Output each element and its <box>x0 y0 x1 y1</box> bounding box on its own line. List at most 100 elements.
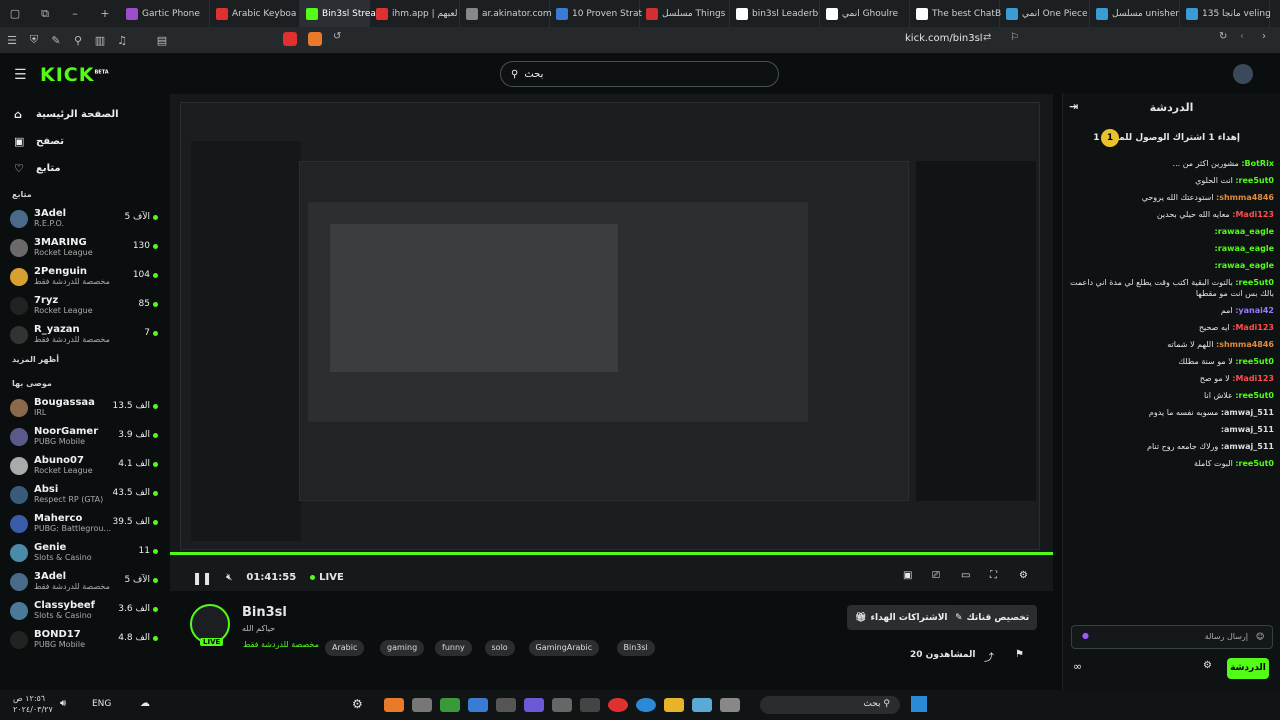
stream-tag[interactable]: Bin3sl <box>616 640 655 656</box>
share-icon[interactable]: ⇄ <box>983 32 991 43</box>
browser-tab[interactable]: انمي Ghoulre <box>820 0 910 27</box>
stream-tag[interactable]: funny <box>435 640 472 656</box>
chat-message[interactable]: ree5ut0: بالتوت البقية اكتب وقت يطلع لي … <box>1063 274 1280 302</box>
browser-tab[interactable]: مسلسل Things <box>640 0 730 27</box>
edge-app-icon[interactable] <box>636 698 656 712</box>
undo-icon[interactable]: ↺ <box>333 31 341 42</box>
chat-username[interactable]: ree5ut0: <box>1235 357 1274 366</box>
stream-tag[interactable]: solo <box>484 640 515 656</box>
chat-message[interactable]: rawaa_eagle: <box>1063 223 1280 240</box>
infinity-icon[interactable]: ∞ <box>1073 660 1082 673</box>
chat-message[interactable]: ree5ut0: انت الحلوي <box>1063 172 1280 189</box>
mute-icon[interactable]: 🔇︎ <box>226 572 232 583</box>
chat-message[interactable]: ree5ut0: لا مو سنة مطلك <box>1063 353 1280 370</box>
chat-settings-icon[interactable]: ⚙ <box>1203 660 1212 671</box>
chat-username[interactable]: amwaj_511: <box>1221 408 1274 417</box>
customize-channel-button[interactable]: ✎ تخصيص قناتك <box>947 605 1038 630</box>
theater-icon[interactable]: ▭ <box>961 570 970 581</box>
chat-username[interactable]: ree5ut0: <box>1235 391 1274 400</box>
chat-input[interactable]: إرسال رسالة ☺ ● <box>1071 625 1273 649</box>
vscode-app-icon[interactable] <box>692 698 712 712</box>
sidebar-channel[interactable]: 7ryz Rocket League 85 <box>0 291 168 320</box>
chat-username[interactable]: ree5ut0: <box>1235 278 1274 287</box>
menu-icon[interactable]: ☰ <box>2 34 22 47</box>
mic-icon[interactable]: ● <box>1082 631 1089 640</box>
chat-username[interactable]: shmma4846: <box>1216 340 1274 349</box>
steam-app-icon[interactable] <box>496 698 516 712</box>
sidebar-channel[interactable]: R_yazan مخصصة للدردشة فقط 7 <box>0 320 168 349</box>
epic-app-icon[interactable] <box>580 698 600 712</box>
chat-username[interactable]: shmma4846: <box>1216 193 1274 202</box>
sidebar-channel[interactable]: Genie Slots & Casino 11 <box>0 538 168 567</box>
sidebar-channel[interactable]: 3MARING Rocket League 130 <box>0 233 168 262</box>
collapse-chat-icon[interactable]: ⇥ <box>1069 100 1078 113</box>
brave-app-icon[interactable] <box>384 698 404 712</box>
browser-tab[interactable]: Bin3sl Strea <box>300 0 376 27</box>
chat-message[interactable]: ree5ut0: البوت كاملة <box>1063 455 1280 472</box>
url-field[interactable]: kick.com/bin3sl <box>905 33 983 44</box>
reload-icon[interactable]: ↻ <box>1219 31 1227 42</box>
chat-username[interactable]: Madi123: <box>1232 210 1274 219</box>
chat-message[interactable]: ree5ut0: علاش انا <box>1063 387 1280 404</box>
chat-send-button[interactable]: الدردشة <box>1227 658 1269 679</box>
hamburger-icon[interactable]: ☰ <box>14 67 27 83</box>
calculator-app-icon[interactable] <box>552 698 572 712</box>
back-icon[interactable]: ‹ <box>1240 31 1244 42</box>
browser-tab[interactable]: انمي One Piece <box>1000 0 1090 27</box>
stream-category[interactable]: مخصصة للدردشة فقط <box>243 640 319 649</box>
music-icon[interactable]: ♫ <box>112 34 132 47</box>
browser-tab[interactable]: مسلسل unisher <box>1090 0 1180 27</box>
language-indicator[interactable]: ENG <box>92 699 111 709</box>
chat-message[interactable]: BotRix: مشورين اكثر من ... <box>1063 155 1280 172</box>
chat-username[interactable]: rawaa_eagle: <box>1215 244 1274 253</box>
sidebar-channel[interactable]: NoorGamer PUBG Mobile 3.9 الف <box>0 422 168 451</box>
volume-icon[interactable]: 🔊︎ <box>60 698 66 709</box>
shield-icon[interactable]: ⛨ <box>24 33 44 47</box>
pen-icon[interactable]: ✎ <box>46 34 66 47</box>
settings-icon[interactable]: ⚙ <box>352 697 363 711</box>
kick-logo[interactable]: KICKBETA <box>40 64 109 86</box>
report-icon[interactable]: ⚑ <box>1015 649 1024 660</box>
window-menu-icon[interactable]: ▢ <box>0 7 30 20</box>
chat-username[interactable]: rawaa_eagle: <box>1215 227 1274 236</box>
pinned-message[interactable]: 1 إهداء 1 اشتراك الوصول للمركز 1 <box>1063 121 1280 155</box>
chat-message[interactable]: Madi123: ايه صحيح <box>1063 319 1280 336</box>
chat-message[interactable]: amwaj_511: مسوبه نفسه ما يدوم <box>1063 404 1280 421</box>
forward-icon[interactable]: › <box>1262 31 1266 42</box>
window-copy-icon[interactable]: ⧉ <box>30 7 60 21</box>
chat-message[interactable]: Madi123: معايه الله حيلي بحدين <box>1063 206 1280 223</box>
chat-message[interactable]: shmma4846: استودعتك الله يروحي <box>1063 189 1280 206</box>
explorer-app-icon[interactable] <box>664 698 684 712</box>
chat-username[interactable]: ree5ut0: <box>1235 459 1274 468</box>
chat-username[interactable]: Madi123: <box>1232 323 1274 332</box>
player-progress-bar[interactable] <box>170 552 1053 555</box>
browser-tab[interactable]: مانجا 135 veling <box>1180 0 1271 27</box>
sidebar-channel[interactable]: 3Adel R.E.P.O. 5 الآف <box>0 204 168 233</box>
minimize-icon[interactable]: – <box>60 7 90 20</box>
sidebar-channel[interactable]: 2Penguin مخصصة للدردشة فقط 104 <box>0 262 168 291</box>
sidebar-channel[interactable]: Maherco PUBG: Battlegrou... 39.5 الف <box>0 509 168 538</box>
chat-message[interactable]: amwaj_511: ورلاك جامعه روح تنام <box>1063 438 1280 455</box>
chat-username[interactable]: rawaa_eagle: <box>1215 261 1274 270</box>
streamer-name[interactable]: Bin3sl <box>242 605 287 620</box>
link-icon[interactable]: ⚲ <box>68 34 88 47</box>
fullscreen-icon[interactable]: ⛶ <box>990 570 997 581</box>
pause-icon[interactable]: ❚❚ <box>192 571 212 585</box>
chat-message[interactable]: rawaa_eagle: <box>1063 240 1280 257</box>
taskbar-search[interactable]: بحث ⚲ <box>760 696 900 714</box>
chat-username[interactable]: amwaj_511: <box>1221 425 1274 434</box>
xbox-app-icon[interactable] <box>440 698 460 712</box>
chat-message[interactable]: rawaa_eagle: <box>1063 257 1280 274</box>
discord-app-icon[interactable] <box>524 698 544 712</box>
search-input[interactable]: ⚲ بحث <box>500 61 779 87</box>
sidebar-channel[interactable]: Absi Respect RP (GTA) 43.5 الف <box>0 480 168 509</box>
bookmark-icon[interactable]: ⚐ <box>1010 32 1019 43</box>
chat-username[interactable]: BotRix: <box>1241 159 1274 168</box>
stream-tag[interactable]: Arabic <box>325 640 365 656</box>
settings-icon[interactable]: ⚙ <box>1019 570 1028 581</box>
sidebar-nav-item[interactable]: ⌂ الصفحة الرئيسية <box>0 101 168 128</box>
clock-app-icon[interactable] <box>412 698 432 712</box>
windows-start-icon[interactable] <box>911 696 927 712</box>
sidebar-channel[interactable]: Classybeef Slots & Casino 3.6 الف <box>0 596 168 625</box>
brave-shield-icon[interactable] <box>308 32 322 46</box>
